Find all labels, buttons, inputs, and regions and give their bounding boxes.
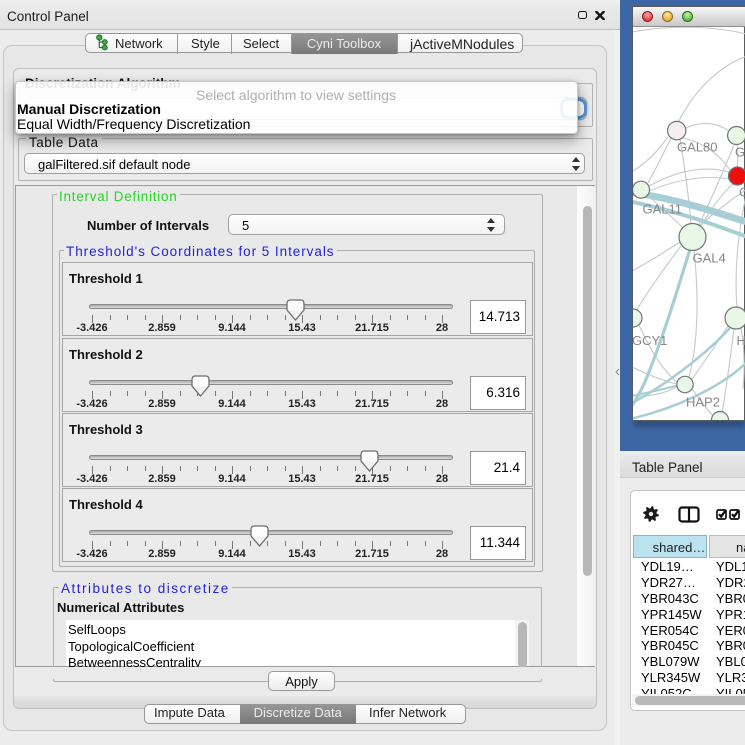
svg-text:GAL11: GAL11 — [643, 202, 683, 217]
svg-text:GCY1: GCY1 — [633, 333, 667, 348]
svg-text:GAL4: GAL4 — [693, 251, 726, 266]
svg-text:GA: GA — [735, 145, 745, 160]
svg-text:HAP2: HAP2 — [686, 395, 720, 410]
svg-text:H: H — [737, 333, 745, 348]
svg-text:GAL80: GAL80 — [677, 140, 717, 155]
svg-text:C: C — [739, 185, 745, 200]
